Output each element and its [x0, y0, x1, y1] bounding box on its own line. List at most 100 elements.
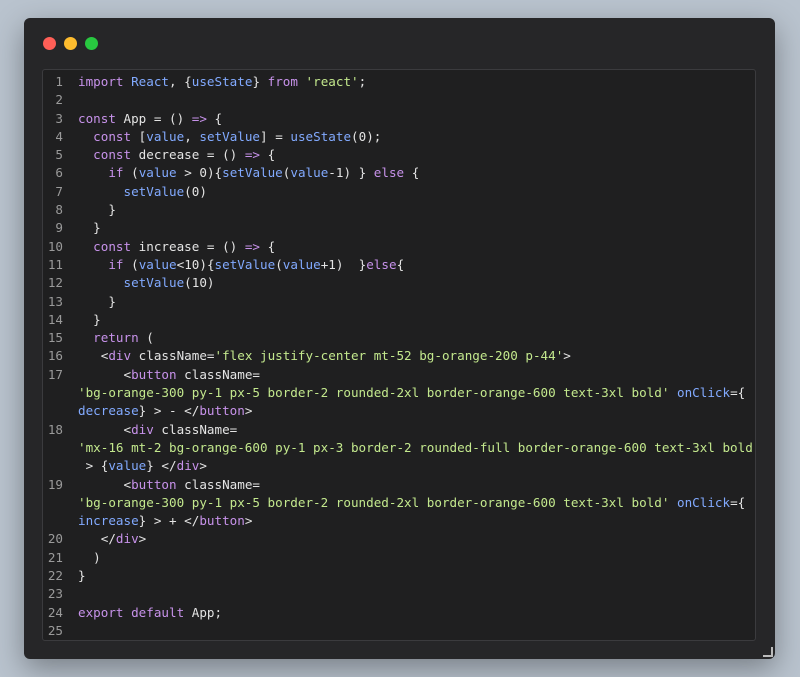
code-token: ; [358, 74, 367, 89]
line-number: 11 [47, 256, 63, 272]
code-line: 10 const increase = () => { [43, 238, 755, 256]
line-number: 12 [47, 275, 63, 291]
code-text: 'mx-16 mt-2 bg-orange-600 py-1 px-3 bord… [78, 439, 755, 457]
code-token: import [78, 74, 124, 89]
code-token: > [563, 348, 571, 364]
code-line: 18 <div className= [43, 421, 755, 439]
code-text: } [78, 219, 101, 237]
code-line: 19 <button className= [43, 476, 755, 494]
code-text: <button className= [78, 366, 260, 384]
code-text: } [78, 311, 101, 329]
code-token: > [244, 403, 253, 419]
code-token: useState [191, 74, 253, 89]
code-token: { [260, 238, 276, 254]
code-token: const [93, 238, 132, 254]
code-token: const [78, 110, 116, 126]
code-line: 13 } [43, 293, 755, 311]
code-token: else [373, 165, 405, 181]
code-token: => [244, 238, 260, 254]
line-number: 25 [47, 622, 63, 638]
code-text: 'bg-orange-300 py-1 px-5 border-2 rounde… [78, 384, 745, 402]
code-line: 24 export default App; [43, 604, 755, 622]
line-number: 10 [47, 238, 63, 254]
code-line: 25 [43, 622, 755, 640]
code-line: 14 } [43, 311, 755, 329]
code-line: 20 </div> [43, 530, 755, 548]
code-token: setValue [222, 165, 283, 181]
code-token: value [138, 165, 177, 181]
line-number: 21 [47, 549, 63, 565]
code-token: className= [176, 476, 260, 492]
resize-handle-icon[interactable] [763, 647, 773, 657]
code-token: +1) } [320, 256, 367, 272]
code-line: 'bg-orange-300 py-1 px-5 border-2 rounde… [43, 494, 755, 512]
code-text: <div className= [78, 421, 237, 439]
code-token: value [138, 256, 177, 272]
code-text: ) [78, 549, 101, 567]
code-token: } [252, 74, 268, 89]
code-text: </div> [78, 530, 147, 548]
code-token: button [131, 366, 177, 382]
code-token: return [93, 330, 139, 346]
code-editor[interactable]: 1 import React, {useState} from 'react'; 2… [42, 69, 756, 641]
code-token: ( [275, 256, 283, 272]
code-token: onClick [677, 385, 731, 401]
code-line: increase} > + </button> [43, 512, 755, 530]
code-token: ) [78, 549, 101, 565]
code-token: className= [131, 348, 215, 364]
code-token: value [282, 256, 321, 272]
code-text: const App = () => { [78, 110, 222, 128]
code-line: 3 const App = () => { [43, 110, 755, 128]
code-token: } [78, 311, 101, 327]
code-text: <button className= [78, 476, 260, 494]
code-line: 12 setValue(10) [43, 274, 755, 292]
line-number: 8 [55, 202, 63, 218]
code-line: 9 } [43, 219, 755, 237]
code-token: 'bg-orange-300 py-1 px-5 border-2 rounde… [78, 385, 670, 401]
code-token: const [93, 128, 132, 144]
code-text: import React, {useState} from 'react'; [78, 73, 366, 91]
code-token: (0); [351, 128, 382, 144]
line-number: 3 [55, 110, 63, 126]
code-token: button [199, 513, 245, 529]
line-number: 9 [55, 220, 63, 236]
code-text: decrease} > - </button> [78, 402, 252, 420]
code-text: export default App; [78, 604, 222, 622]
code-text: if (value<10){setValue(value+1) }else{ [78, 256, 404, 274]
code-token: App = () [115, 110, 192, 126]
code-line: 4 const [value, setValue] = useState(0); [43, 128, 755, 146]
line-number: 15 [47, 330, 63, 346]
code-token: > [199, 458, 207, 474]
close-window-icon[interactable] [43, 37, 56, 50]
code-token: ] = [260, 128, 291, 144]
code-token: , [184, 128, 200, 144]
code-line: 15 return ( [43, 329, 755, 347]
zoom-window-icon[interactable] [85, 37, 98, 50]
code-token: div [176, 458, 200, 474]
code-token: const [93, 147, 132, 163]
line-number: 1 [55, 74, 63, 89]
code-token: else [366, 256, 397, 272]
code-token: ( [138, 330, 154, 346]
code-token: 'bg-orange-300 py-1 px-5 border-2 rounde… [78, 494, 670, 510]
minimize-window-icon[interactable] [64, 37, 77, 50]
code-token: className= [176, 366, 260, 382]
code-token: } [78, 568, 86, 584]
line-number: 7 [55, 183, 63, 199]
code-line: 'mx-16 mt-2 bg-orange-600 py-1 px-3 bord… [43, 439, 755, 457]
code-token: (10) [184, 275, 215, 291]
code-token: < [78, 421, 132, 437]
code-line: 23 [43, 585, 755, 603]
code-text: 'bg-orange-300 py-1 px-5 border-2 rounde… [78, 494, 745, 512]
code-token: App; [184, 604, 223, 620]
code-text: return ( [78, 329, 154, 347]
code-token: <10){ [176, 256, 215, 272]
code-token: decrease = () [131, 147, 245, 163]
